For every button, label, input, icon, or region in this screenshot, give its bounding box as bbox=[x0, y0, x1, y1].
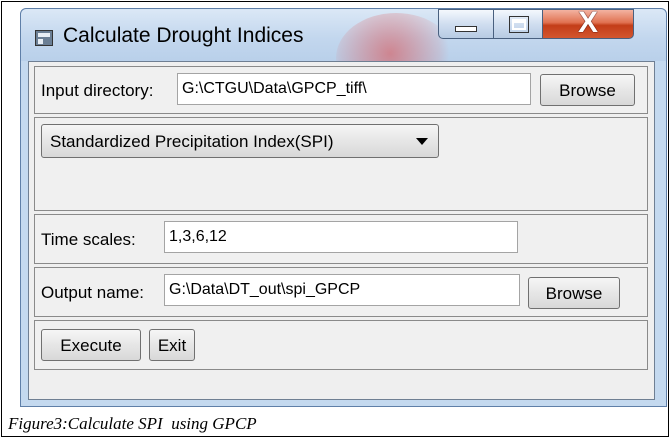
exit-button[interactable]: Exit bbox=[149, 329, 195, 361]
maximize-button[interactable] bbox=[493, 9, 543, 39]
close-icon: X bbox=[577, 6, 598, 39]
output-name-label: Output name: bbox=[41, 283, 145, 302]
close-button[interactable]: X bbox=[542, 6, 634, 39]
index-dropdown-value: Standardized Precipitation Index(SPI) bbox=[50, 132, 334, 151]
window-title: Calculate Drought Indices bbox=[63, 24, 304, 47]
time-scales-label: Time scales: bbox=[41, 230, 136, 249]
execute-button[interactable]: Execute bbox=[41, 329, 141, 361]
figure-frame: Calculate Drought Indices X Input direct… bbox=[1, 1, 669, 437]
dropdown-arrow-icon bbox=[416, 138, 428, 145]
dialog-content: Input directory: G:\CTGU\Data\GPCP_tiff\… bbox=[28, 61, 655, 400]
title-bar[interactable]: Calculate Drought Indices X bbox=[21, 6, 666, 103]
output-name-panel: Output name: G:\Data\DT_out\spi_GPCP Bro… bbox=[34, 267, 648, 317]
minimize-icon bbox=[455, 26, 477, 32]
input-directory-field[interactable]: G:\CTGU\Data\GPCP_tiff\ bbox=[177, 73, 531, 105]
time-scales-field[interactable]: 1,3,6,12 bbox=[164, 221, 518, 253]
figure-caption: Figure3:Calculate SPI using GPCP bbox=[8, 414, 257, 433]
index-dropdown[interactable]: Standardized Precipitation Index(SPI) bbox=[41, 124, 439, 158]
output-browse-button[interactable]: Browse bbox=[528, 277, 620, 309]
dialog-window: Calculate Drought Indices X Input direct… bbox=[20, 8, 667, 407]
minimize-button[interactable] bbox=[438, 9, 494, 39]
index-selection-panel: Standardized Precipitation Index(SPI) bbox=[34, 117, 648, 211]
output-name-field[interactable]: G:\Data\DT_out\spi_GPCP bbox=[164, 274, 520, 306]
time-scales-panel: Time scales: 1,3,6,12 bbox=[34, 214, 648, 264]
input-browse-button[interactable]: Browse bbox=[540, 74, 635, 106]
input-directory-label: Input directory: bbox=[41, 81, 154, 100]
app-window-icon[interactable] bbox=[35, 30, 53, 46]
input-directory-panel: Input directory: G:\CTGU\Data\GPCP_tiff\… bbox=[34, 66, 648, 114]
maximize-icon bbox=[509, 16, 529, 33]
actions-panel: Execute Exit bbox=[34, 320, 648, 370]
